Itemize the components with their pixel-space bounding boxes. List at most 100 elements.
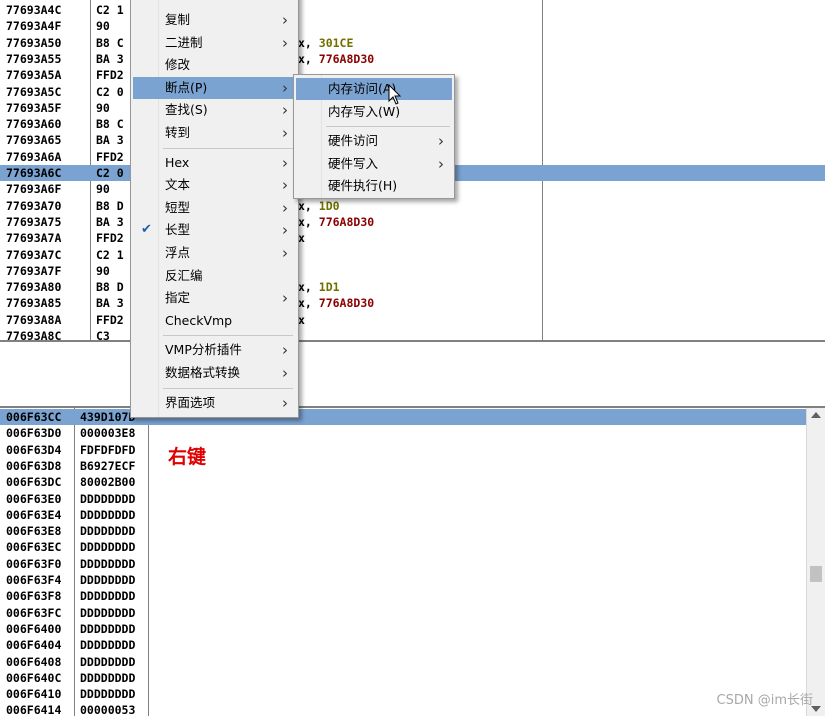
menu-item-12[interactable]: 反汇编 <box>133 265 296 287</box>
menu-item-label: 硬件写入 <box>328 155 379 171</box>
menu-item-label: 转到 <box>165 125 191 140</box>
menu-separator <box>163 387 293 389</box>
disasm-address: 77693A70 <box>6 198 62 213</box>
disasm-row[interactable]: 77693A7C C2 1 <box>0 247 825 263</box>
menu-item-label: 数据格式转换 <box>165 365 241 380</box>
stack-value: DDDDDDDD <box>80 556 136 571</box>
disasm-bytes: C2 1 <box>96 3 124 17</box>
operand-text: x, <box>298 296 319 311</box>
menu-item-2[interactable]: 修改 <box>133 54 296 76</box>
stack-row[interactable]: 006F63FC DDDDDDDD <box>0 605 806 621</box>
context-menu: 复制 › 二进制 › 修改 断点(P) › 查找(S) › 转到 › Hex › 文本 › 短型 › ✔ 长型 › 浮点… <box>130 0 299 418</box>
disasm-bytes: FFD2 <box>96 149 124 164</box>
menu-item-label: 查找(S) <box>165 102 208 118</box>
menu-item-17[interactable]: 数据格式转换 › <box>133 362 296 384</box>
disasm-bytes: BA 3 <box>96 133 124 148</box>
disasm-row[interactable]: 77693A70 B8 D x, 1D0 <box>0 198 825 214</box>
stack-row[interactable]: 006F63E0 DDDDDDDD <box>0 491 806 507</box>
stack-row[interactable]: 006F6404 DDDDDDDD <box>0 637 806 653</box>
stack-row[interactable]: 006F63E8 DDDDDDDD <box>0 523 806 539</box>
menu-item-16[interactable]: VMP分析插件 › <box>133 339 296 361</box>
disasm-bytes: FFD2 <box>96 231 124 246</box>
disasm-operand: x, 776A8D30 <box>298 214 374 230</box>
chevron-right-icon: › <box>282 153 288 172</box>
disasm-bytes: FFD2 <box>96 312 124 327</box>
chevron-right-icon: › <box>282 78 288 97</box>
disasm-row[interactable]: 77693A80 B8 D x, 1D1 <box>0 279 825 295</box>
stack-row[interactable]: 006F63E4 DDDDDDDD <box>0 507 806 523</box>
stack-row[interactable]: 006F6414 00000053 <box>0 702 806 716</box>
menu-item-10[interactable]: ✔ 长型 › <box>133 219 296 241</box>
menu-item-4[interactable]: 硬件写入 › <box>296 153 452 175</box>
menu-item-9[interactable]: 短型 › <box>133 197 296 219</box>
menu-item-label: 二进制 <box>165 34 203 50</box>
stack-row[interactable]: 006F63F4 DDDDDDDD <box>0 572 806 588</box>
stack-row[interactable]: 006F63F8 DDDDDDDD <box>0 588 806 604</box>
disasm-row[interactable]: 77693A85 BA 3 x, 776A8D30 <box>0 295 825 311</box>
stack-value: FDFDFDFD <box>80 442 136 457</box>
stack-address: 006F63EC <box>6 540 62 555</box>
disasm-row[interactable]: 77693A8C C3 <box>0 328 825 340</box>
stack-value: 439D107D <box>80 410 136 424</box>
menu-item-19[interactable]: 界面选项 › <box>133 392 296 414</box>
stack-row[interactable]: 006F640C DDDDDDDD <box>0 670 806 686</box>
menu-item-13[interactable]: 指定 › <box>133 287 296 309</box>
disasm-address: 77693A75 <box>6 214 62 229</box>
menu-item-4[interactable]: 查找(S) › <box>133 99 296 121</box>
disasm-row[interactable]: 77693A75 BA 3 x, 776A8D30 <box>0 214 825 230</box>
menu-item-1[interactable]: 内存写入(W) <box>296 101 452 123</box>
disasm-bytes: BA 3 <box>96 51 124 66</box>
stack-value: DDDDDDDD <box>80 605 136 620</box>
menu-item-7[interactable]: Hex › <box>133 152 296 174</box>
disasm-row[interactable]: 77693A4F 90 <box>0 18 825 34</box>
menu-item-5[interactable]: 转到 › <box>133 122 296 144</box>
stack-row[interactable]: 006F63DC 80002B00 <box>0 474 806 490</box>
stack-row[interactable]: 006F63F0 DDDDDDDD <box>0 556 806 572</box>
stack-value: DDDDDDDD <box>80 573 136 587</box>
breakpoint-submenu: 内存访问(A) 内存写入(W) 硬件访问 › 硬件写入 › 硬件执行(H) <box>293 74 455 199</box>
disasm-row[interactable]: 77693A55 BA 3 x, 776A8D30 <box>0 51 825 67</box>
menu-item-5[interactable]: 硬件执行(H) <box>296 175 452 197</box>
disasm-row[interactable]: 77693A8A FFD2 x <box>0 312 825 328</box>
menu-item-11[interactable]: 浮点 › <box>133 242 296 264</box>
stack-row[interactable]: 006F63D0 000003E8 <box>0 425 806 441</box>
operand-value: 1D0 <box>318 198 340 213</box>
disasm-row[interactable]: 77693A4C C2 1 <box>0 2 825 18</box>
chevron-right-icon: › <box>282 221 288 240</box>
scroll-thumb[interactable] <box>810 566 822 582</box>
scroll-up-icon[interactable] <box>811 412 821 418</box>
disasm-address: 77693A5C <box>6 84 62 99</box>
stack-row[interactable]: 006F63EC DDDDDDDD <box>0 539 806 555</box>
stack-row[interactable]: 006F6410 DDDDDDDD <box>0 686 806 702</box>
menu-item-label: 硬件执行(H) <box>328 178 398 194</box>
stack-pane[interactable]: 006F63CC 439D107D 006F63D0 000003E8 006F63D4… <box>0 408 825 716</box>
disasm-row[interactable]: 77693A50 B8 C x, 301CE <box>0 35 825 51</box>
disasm-address: 77693A6F <box>6 182 62 197</box>
disasm-bytes: 90 <box>96 263 110 278</box>
operand-text: x <box>298 231 305 246</box>
stack-row[interactable]: 006F6400 DDDDDDDD <box>0 621 806 637</box>
stack-address: 006F63FC <box>6 605 62 620</box>
disasm-row[interactable]: 77693A7F 90 <box>0 263 825 279</box>
menu-item-0[interactable]: 复制 › <box>133 9 296 31</box>
menu-item-3[interactable]: 断点(P) › <box>133 76 296 99</box>
vertical-scrollbar[interactable] <box>806 408 825 716</box>
disasm-row[interactable]: 77693A7A FFD2 x <box>0 230 825 246</box>
menu-item-14[interactable]: CheckVmp <box>133 310 296 332</box>
menu-item-3[interactable]: 硬件访问 › <box>296 130 452 152</box>
stack-row[interactable]: 006F63D8 B6927ECF <box>0 458 806 474</box>
disasm-bytes: 90 <box>96 182 110 197</box>
stack-row[interactable]: 006F6408 DDDDDDDD <box>0 654 806 670</box>
menu-item-label: 浮点 <box>165 245 191 260</box>
disasm-address: 77693A8A <box>6 312 62 327</box>
disasm-operand: x <box>298 230 305 246</box>
menu-item-1[interactable]: 二进制 › <box>133 32 296 54</box>
stack-row[interactable]: 006F63D4 FDFDFDFD <box>0 442 806 458</box>
menu-item-label: 指定 <box>165 290 191 306</box>
menu-item-0[interactable]: 内存访问(A) <box>296 78 452 100</box>
menu-item-8[interactable]: 文本 › <box>133 174 296 196</box>
operand-value: 776A8D30 <box>318 296 375 311</box>
menu-item-label: Hex <box>165 154 190 170</box>
chevron-right-icon: › <box>438 132 444 151</box>
stack-row[interactable]: 006F63CC 439D107D <box>0 409 806 426</box>
